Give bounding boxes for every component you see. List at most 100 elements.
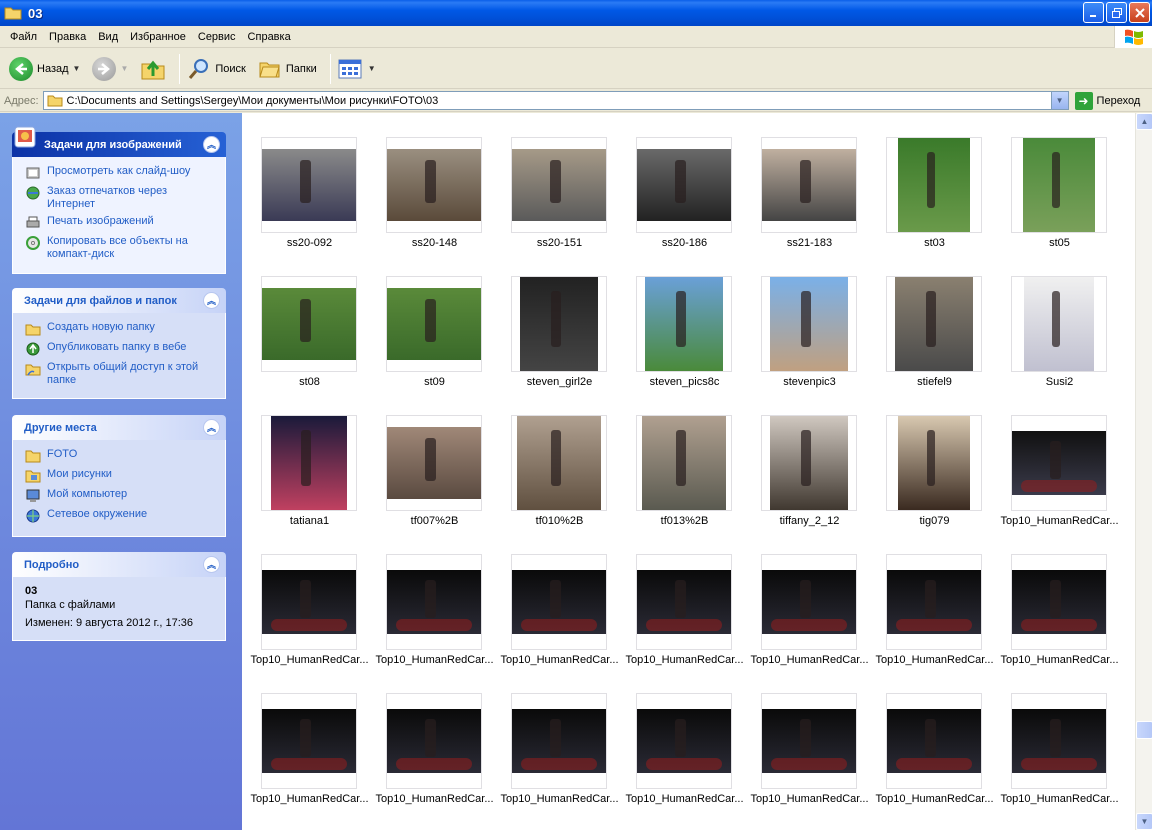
minimize-button[interactable]	[1083, 2, 1104, 23]
thumbnail-figure	[926, 430, 936, 487]
file-thumbnail[interactable]: tf007%2B	[372, 391, 497, 530]
thumbnail-frame	[1011, 137, 1107, 233]
file-thumbnail[interactable]: Top10_HumanRedCar...	[247, 530, 372, 669]
file-thumbnail[interactable]: tf010%2B	[497, 391, 622, 530]
collapse-icon[interactable]: ︽	[203, 556, 220, 573]
file-thumbnail[interactable]: Top10_HumanRedCar...	[747, 669, 872, 808]
chevron-down-icon[interactable]: ▼	[368, 64, 376, 73]
file-thumbnail[interactable]: steven_pics8c	[622, 252, 747, 391]
close-button[interactable]	[1129, 2, 1150, 23]
file-thumbnail[interactable]: Top10_HumanRedCar...	[497, 669, 622, 808]
file-thumbnail[interactable]: ss20-092	[247, 113, 372, 252]
thumbnail-figure	[674, 159, 686, 203]
thumbnail-image	[770, 277, 848, 371]
thumbnail-figure	[799, 159, 811, 203]
collapse-icon[interactable]: ︽	[203, 419, 220, 436]
toolbar: Назад ▼ ▼ Поиск Папки ▼	[0, 49, 1152, 89]
task-publish-web[interactable]: Опубликовать папку в вебе	[25, 341, 215, 357]
scroll-up-button[interactable]: ▲	[1136, 113, 1152, 130]
file-thumbnail[interactable]: tiffany_2_12	[747, 391, 872, 530]
globe-icon	[26, 186, 40, 200]
menu-favorites[interactable]: Избранное	[124, 31, 192, 43]
thumbnail-figure	[424, 437, 436, 481]
task-order-prints[interactable]: Заказ отпечатков через Интернет	[25, 185, 215, 211]
menu-view[interactable]: Вид	[92, 31, 124, 43]
task-new-folder[interactable]: Создать новую папку	[25, 321, 215, 337]
go-button[interactable]: ➜ Переход	[1074, 91, 1140, 110]
task-print[interactable]: Печать изображений	[25, 215, 215, 231]
file-thumbnail[interactable]: st08	[247, 252, 372, 391]
file-thumbnail[interactable]: tf013%2B	[622, 391, 747, 530]
file-name: Top10_HumanRedCar...	[875, 654, 994, 666]
thumbnail-figure	[299, 579, 311, 618]
task-share-folder[interactable]: Открыть общий доступ к этой папке	[25, 361, 215, 387]
file-thumbnail[interactable]: st03	[872, 113, 997, 252]
image-tasks-header[interactable]: Задачи для изображений ︽	[12, 126, 226, 157]
place-foto[interactable]: FOTO	[25, 448, 215, 464]
thumbnail-image	[762, 709, 856, 773]
file-thumbnail[interactable]: tatiana1	[247, 391, 372, 530]
file-thumbnail[interactable]: st05	[997, 113, 1122, 252]
file-name: st09	[424, 376, 445, 388]
file-thumbnail[interactable]: Top10_HumanRedCar...	[997, 669, 1122, 808]
forward-button[interactable]: ▼	[89, 52, 131, 86]
details-header[interactable]: Подробно ︽	[12, 552, 226, 577]
file-thumbnail[interactable]: Top10_HumanRedCar...	[622, 669, 747, 808]
folders-button[interactable]: Папки	[255, 52, 320, 86]
views-button[interactable]: ▼	[335, 52, 379, 86]
up-folder-button[interactable]	[137, 52, 169, 86]
address-dropdown-button[interactable]: ▼	[1050, 92, 1068, 109]
file-thumbnail[interactable]: st09	[372, 252, 497, 391]
file-thumbnail[interactable]: steven_girl2e	[497, 252, 622, 391]
place-my-pictures[interactable]: Мои рисунки	[25, 468, 215, 484]
address-input[interactable]: C:\Documents and Settings\Sergey\Мои док…	[42, 91, 1069, 110]
file-thumbnail[interactable]: ss20-148	[372, 113, 497, 252]
file-thumbnail[interactable]: Susi2	[997, 252, 1122, 391]
file-tasks-header[interactable]: Задачи для файлов и папок ︽	[12, 288, 226, 313]
scroll-down-button[interactable]: ▼	[1136, 813, 1152, 830]
file-view[interactable]: ss20-092 ss20-148 ss20-151 ss20-186 ss21-183…	[242, 113, 1135, 830]
file-thumbnail[interactable]: stevenpic3	[747, 252, 872, 391]
menu-file[interactable]: Файл	[4, 31, 43, 43]
place-network[interactable]: Сетевое окружение	[25, 508, 215, 524]
thumbnail-image	[512, 149, 606, 221]
scrollbar-thumb[interactable]	[1136, 721, 1152, 739]
other-places-header[interactable]: Другие места ︽	[12, 415, 226, 440]
file-thumbnail[interactable]: Top10_HumanRedCar...	[372, 530, 497, 669]
task-slideshow[interactable]: Просмотреть как слайд-шоу	[25, 165, 215, 181]
file-thumbnail[interactable]: Top10_HumanRedCar...	[872, 530, 997, 669]
chevron-down-icon[interactable]: ▼	[120, 64, 128, 73]
file-thumbnail[interactable]: Top10_HumanRedCar...	[497, 530, 622, 669]
file-thumbnail[interactable]: ss20-186	[622, 113, 747, 252]
file-thumbnail[interactable]: tig079	[872, 391, 997, 530]
title-bar[interactable]: 03	[0, 0, 1152, 26]
menu-help[interactable]: Справка	[242, 31, 297, 43]
file-thumbnail[interactable]: Top10_HumanRedCar...	[622, 530, 747, 669]
restore-button[interactable]	[1106, 2, 1127, 23]
folders-label: Папки	[285, 62, 317, 75]
file-thumbnail[interactable]: Top10_HumanRedCar...	[872, 669, 997, 808]
collapse-icon[interactable]: ︽	[203, 292, 220, 309]
thumbnail-figure	[1051, 152, 1061, 209]
thumbnail-frame	[636, 693, 732, 789]
file-thumbnail[interactable]: Top10_HumanRedCar...	[997, 530, 1122, 669]
search-button[interactable]: Поиск	[184, 52, 248, 86]
task-copy-cd[interactable]: Копировать все объекты на компакт-диск	[25, 235, 215, 261]
menu-tools[interactable]: Сервис	[192, 31, 242, 43]
back-button[interactable]: Назад ▼	[6, 52, 83, 86]
file-thumbnail[interactable]: Top10_HumanRedCar...	[997, 391, 1122, 530]
file-thumbnail[interactable]: Top10_HumanRedCar...	[247, 669, 372, 808]
place-my-computer[interactable]: Мой компьютер	[25, 488, 215, 504]
file-thumbnail[interactable]: Top10_HumanRedCar...	[747, 530, 872, 669]
file-thumbnail[interactable]: Top10_HumanRedCar...	[372, 669, 497, 808]
menu-edit[interactable]: Правка	[43, 31, 92, 43]
vertical-scrollbar[interactable]: ▲ ▼	[1135, 113, 1152, 830]
collapse-icon[interactable]: ︽	[203, 136, 220, 153]
file-name: Top10_HumanRedCar...	[750, 793, 869, 805]
file-thumbnail[interactable]: ss20-151	[497, 113, 622, 252]
file-thumbnail[interactable]: stiefel9	[872, 252, 997, 391]
file-name: tiffany_2_12	[779, 515, 840, 527]
chevron-down-icon[interactable]: ▼	[73, 64, 81, 73]
thumbnail-figure	[1021, 480, 1097, 492]
file-thumbnail[interactable]: ss21-183	[747, 113, 872, 252]
